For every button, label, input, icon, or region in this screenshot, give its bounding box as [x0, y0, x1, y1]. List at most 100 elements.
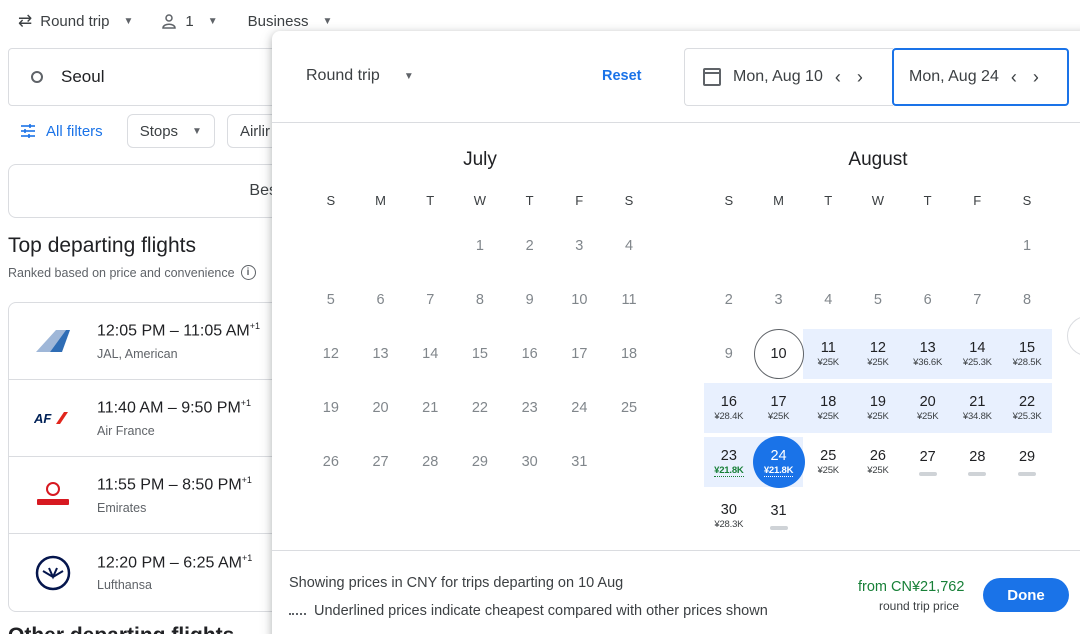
day-number: 25 [620, 400, 638, 416]
day-number: 31 [571, 454, 588, 470]
day-number: 3 [575, 238, 584, 254]
reset-button[interactable]: Reset [602, 68, 642, 84]
scroll-next-month-button[interactable] [1067, 316, 1080, 356]
passengers-select[interactable]: 1 ▼ [161, 13, 218, 30]
day-number: 27 [372, 454, 389, 470]
day-number: 4 [824, 292, 833, 308]
weekday-label: F [575, 193, 584, 208]
trip-type-select[interactable]: ⇄ Round trip ▼ [18, 11, 133, 31]
calendar-day[interactable]: 27 [903, 435, 953, 489]
calendar-day[interactable]: 12 ¥25K [853, 327, 903, 381]
caret-down-icon: ▼ [207, 15, 218, 27]
day-number: 17 [571, 346, 588, 362]
calendar-day[interactable]: 26 ¥25K [853, 435, 903, 489]
day-offset: +1 [241, 475, 252, 486]
day-price: ¥25K [867, 465, 889, 476]
calendar-day[interactable]: 11 ¥25K [803, 327, 853, 381]
day-price: ¥21.8K [763, 464, 794, 477]
calendar-day: 9 [505, 273, 555, 327]
flight-row[interactable]: AF 11:40 AM – 9:50 PM+1 Air France [9, 380, 307, 457]
dotted-underline-icon [289, 613, 306, 615]
price-placeholder [1018, 471, 1037, 476]
return-date-field[interactable]: Mon, Aug 24 ‹ › [892, 48, 1069, 106]
stops-filter[interactable]: Stops ▼ [126, 114, 215, 148]
calendar-day[interactable]: 10 [754, 327, 804, 381]
caret-down-icon: ▼ [403, 70, 414, 82]
calendar-day[interactable]: 24 ¥21.8K [754, 435, 804, 489]
calendar-day: 12 [306, 327, 356, 381]
calendar-day: 1 [1002, 219, 1052, 273]
day-number: 17 [770, 394, 787, 410]
day-price: ¥34.8K [962, 411, 992, 422]
day-number: 30 [720, 502, 737, 518]
price-placeholder [769, 525, 788, 530]
calendar-day[interactable]: 23 ¥21.8K [704, 435, 754, 489]
weekday-label: S [326, 193, 336, 208]
day-number: 23 [521, 400, 538, 416]
day-number: 29 [471, 454, 488, 470]
calendar-day[interactable]: 20 ¥25K [903, 381, 953, 435]
origin-circle-icon [31, 71, 43, 83]
day-number: 26 [322, 454, 339, 470]
day-number: 14 [969, 340, 986, 356]
prev-day-icon[interactable]: ‹ [835, 67, 841, 88]
other-flights-title: Other departing flights [8, 624, 234, 634]
section-subtitle: Ranked based on price and convenience i [8, 265, 256, 280]
picker-trip-type-select[interactable]: Round trip ▼ [306, 67, 414, 85]
calendar-day[interactable]: 19 ¥25K [853, 381, 903, 435]
day-number: 7 [973, 292, 982, 308]
all-filters-label: All filters [46, 122, 103, 140]
calendar-day[interactable]: 29 [1002, 435, 1052, 489]
air-france-logo-icon: AF [9, 411, 97, 425]
flight-row[interactable]: 11:55 PM – 8:50 PM+1 Emirates [9, 457, 307, 534]
calendar-day[interactable]: 22 ¥25.3K [1002, 381, 1052, 435]
day-number: 1 [1022, 238, 1032, 254]
day-price: ¥25K [817, 357, 840, 368]
date-picker-dialog: Round trip ▼ Reset Mon, Aug 10 ‹ › Mon, … [272, 31, 1080, 634]
done-button[interactable]: Done [983, 578, 1069, 612]
month-title-august: August [848, 149, 908, 170]
caret-down-icon: ▼ [192, 125, 202, 137]
calendar-day[interactable]: 21 ¥34.8K [953, 381, 1003, 435]
next-day-icon[interactable]: › [1033, 67, 1039, 88]
calendar-day: 26 [306, 435, 356, 489]
cabin-select[interactable]: Business ▼ [248, 13, 333, 30]
flight-times: 11:55 PM – 8:50 PM [97, 476, 242, 494]
calendar-day[interactable]: 18 ¥25K [803, 381, 853, 435]
day-price: ¥28.3K [714, 519, 744, 530]
flight-row[interactable]: 12:20 PM – 6:25 AM+1 Lufthansa [9, 534, 307, 611]
sort-best-tab[interactable]: Bes [8, 164, 308, 218]
airline-name: Lufthansa [97, 578, 152, 593]
calendar-day: 9 [704, 327, 754, 381]
calendar-day[interactable]: 30 ¥28.3K [704, 489, 754, 543]
calendar-day[interactable]: 17 ¥25K [754, 381, 804, 435]
calendar-day[interactable]: 31 [754, 489, 804, 543]
weekday-header-august: S M T W T F S [704, 193, 1052, 208]
calendar-day: 6 [903, 273, 953, 327]
calendar-day[interactable]: 13 ¥36.6K [903, 327, 953, 381]
departure-date-field[interactable]: Mon, Aug 10 ‹ › [684, 48, 893, 106]
day-price: ¥21.8K [714, 464, 744, 477]
calendar-day[interactable]: 16 ¥28.4K [704, 381, 754, 435]
day-number: 7 [426, 292, 435, 308]
calendar-day: 14 [405, 327, 455, 381]
calendar-day: 20 [356, 381, 406, 435]
jal-logo-icon [9, 330, 97, 352]
next-day-icon[interactable]: › [857, 67, 863, 88]
day-number: 14 [422, 346, 439, 362]
swap-arrows-icon: ⇄ [18, 11, 33, 30]
day-offset: +1 [241, 552, 253, 563]
calendar-day[interactable]: 14 ¥25.3K [953, 327, 1003, 381]
origin-field[interactable]: Seoul [8, 48, 308, 106]
calendar-day[interactable]: 28 [953, 435, 1003, 489]
day-number: 10 [571, 292, 588, 308]
day-number: 3 [774, 292, 783, 308]
day-price: ¥25K [817, 411, 840, 422]
info-icon[interactable]: i [240, 265, 256, 280]
all-filters-button[interactable]: All filters [8, 114, 115, 148]
calendar-day[interactable]: 15 ¥28.5K [1002, 327, 1052, 381]
prev-day-icon[interactable]: ‹ [1011, 67, 1017, 88]
calendar-day[interactable]: 25 ¥25K [803, 435, 853, 489]
airlines-label: Airlir [239, 122, 270, 140]
flight-row[interactable]: 12:05 PM – 11:05 AM+1 JAL, American [9, 303, 307, 380]
